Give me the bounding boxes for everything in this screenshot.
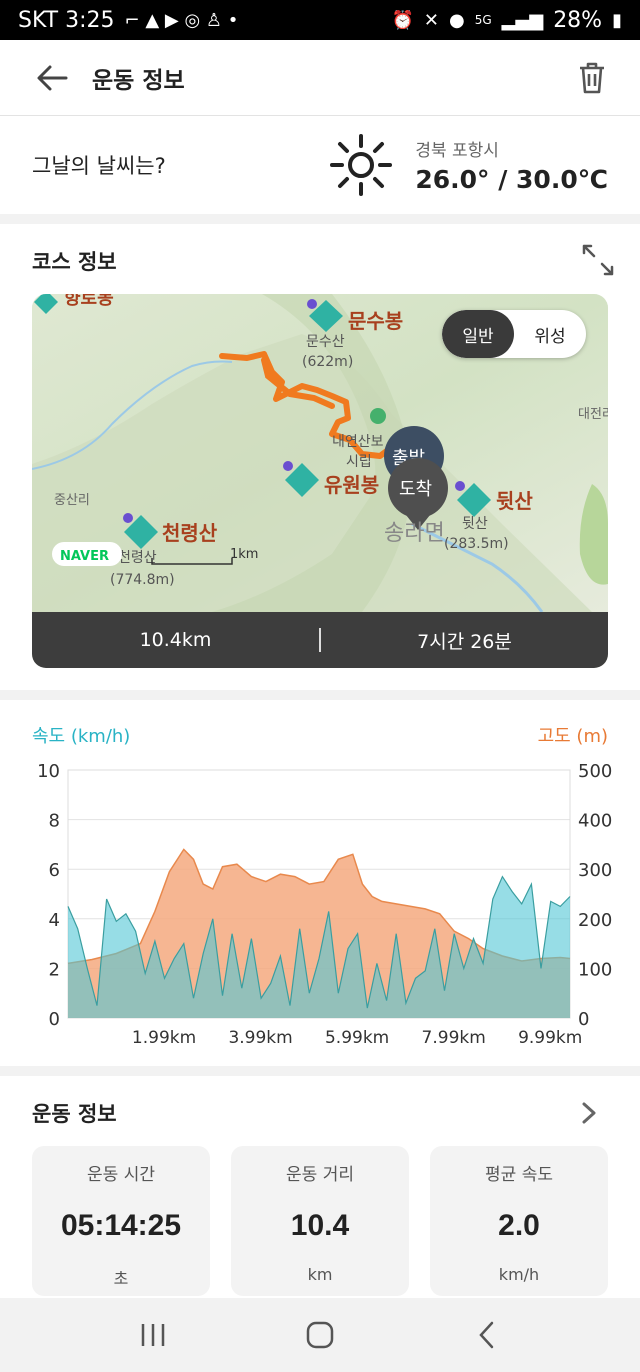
- expand-map-button[interactable]: [580, 242, 616, 278]
- map-summary-bar: 10.4km 7시간 26분: [32, 612, 608, 668]
- network-label: 5G: [474, 13, 492, 27]
- map-label-daejeon: 대전리: [578, 407, 608, 422]
- weather-question: 그날의 날씨는?: [32, 154, 166, 178]
- map-label-jungsan: 중산리: [54, 493, 90, 508]
- naver-logo: NAVER: [52, 542, 122, 566]
- map-label-songra: 송라면: [384, 521, 445, 546]
- back-chevron-icon: [478, 1321, 493, 1349]
- workout-detail-button[interactable]: [578, 1098, 602, 1128]
- map-label-park-sub: 시립: [346, 454, 372, 470]
- map-label-yuwon: 유원봉: [324, 473, 379, 497]
- left-axis-tick-label: 0: [49, 1009, 60, 1030]
- map-type-satellite[interactable]: 위성: [514, 310, 586, 358]
- x-axis-tick-label: 9.99km: [518, 1028, 582, 1048]
- weather-temperature: 26.0° / 30.0℃: [415, 165, 608, 194]
- map-scale-label: 1km: [230, 547, 258, 562]
- map-type-normal[interactable]: 일반: [442, 310, 514, 358]
- battery-icon: ▮: [612, 9, 622, 31]
- stat-time-value: 05:14:25: [60, 1209, 182, 1242]
- map-label-cheonryeong-height: (774.8m): [110, 572, 175, 588]
- map-type-toggle: 일반 위성: [442, 310, 586, 358]
- x-axis-tick-label: 5.99km: [325, 1028, 389, 1048]
- map-label-munsu-sub: 문수산: [306, 334, 345, 350]
- expand-icon: [582, 244, 614, 276]
- left-axis-tick-label: 10: [37, 761, 60, 782]
- chevron-right-icon: [582, 1102, 596, 1124]
- stat-card-speed: 평균 속도 2.0 km/h: [430, 1146, 608, 1296]
- status-bar: SKT 3:25 ⌐ ▲ ▶ ◎ ♙ • ⏰ ✕ ● 5G ▂▄▆ 28% ▮: [0, 0, 640, 40]
- x-axis-tick-label: 3.99km: [228, 1028, 292, 1048]
- left-axis-tick-label: 8: [49, 811, 60, 832]
- map-label-dwit-height: (283.5m): [444, 536, 509, 552]
- workout-title: 운동 정보: [32, 1102, 117, 1126]
- home-button[interactable]: [290, 1305, 350, 1365]
- back-nav-button[interactable]: [457, 1305, 517, 1365]
- battery-percent: 28%: [553, 7, 603, 33]
- map-label-dwit-sub: 뒷산: [462, 516, 488, 532]
- right-axis-tick-label: 300: [578, 860, 612, 881]
- map-label-cheonryeong-sub: 천령산: [118, 550, 157, 566]
- sun-icon: [330, 134, 393, 196]
- stat-card-distance: 운동 거리 10.4 km: [231, 1146, 409, 1296]
- home-icon: [306, 1321, 334, 1349]
- speed-altitude-chart-section: 속도 (km/h) 고도 (m) 0 2 4 6 8 10 0 100 200 300 400 500…: [0, 700, 640, 1066]
- location-icon: ●: [449, 9, 465, 31]
- stat-time-unit: 초: [113, 1269, 129, 1288]
- course-distance: 10.4km: [139, 629, 212, 651]
- course-duration: 7시간 26분: [417, 630, 512, 653]
- naver-logo-text: NAVER: [60, 549, 109, 564]
- speed-altitude-chart[interactable]: 024681001002003004005001.99km 3.99km 5.99k…: [0, 700, 640, 1066]
- trash-icon: [580, 62, 604, 93]
- delete-button[interactable]: [572, 58, 612, 98]
- system-nav-bar: [0, 1298, 640, 1372]
- workout-section: 운동 정보 운동 시간 05:14:25 초 운동 거리 10.4 km 평균 …: [0, 1076, 640, 1298]
- recent-apps-icon: [142, 1324, 165, 1346]
- map-label-munsu-height: (622m): [302, 354, 353, 370]
- notification-icons: ⌐ ▲ ▶ ◎ ♙ •: [124, 9, 239, 31]
- right-axis-tick-label: 0: [578, 1009, 589, 1030]
- weather-card: 그날의 날씨는? 경북 포항시 26.0° / 30.0℃: [0, 116, 640, 214]
- x-axis-tick-label: 1.99km: [132, 1028, 196, 1048]
- stat-speed-value: 2.0: [498, 1209, 540, 1242]
- stat-time-label: 운동 시간: [87, 1165, 155, 1185]
- course-map[interactable]: 향로봉 문수봉 문수산 (622m) 내연산보 시립 유원봉 출발 도착 송라면…: [32, 294, 608, 668]
- mute-icon: ✕: [423, 9, 439, 31]
- carrier-time: SKT 3:25: [18, 7, 115, 33]
- signal-icon: ▂▄▆: [501, 9, 544, 31]
- right-axis-tick-label: 400: [578, 811, 612, 832]
- alarm-icon: ⏰: [391, 9, 414, 31]
- stat-distance-label: 운동 거리: [286, 1165, 354, 1185]
- map-label-park: 내연산보: [332, 434, 384, 450]
- stat-distance-value: 10.4: [290, 1209, 350, 1242]
- stat-card-time: 운동 시간 05:14:25 초: [32, 1146, 210, 1296]
- map-label-cheonryeong: 천령산: [162, 521, 218, 545]
- left-axis-tick-label: 6: [49, 860, 60, 881]
- map-label-munsu: 문수봉: [348, 309, 403, 333]
- back-arrow-icon: [37, 65, 68, 90]
- right-axis-tick-label: 500: [578, 761, 612, 782]
- page-title: 운동 정보: [92, 67, 185, 94]
- stat-distance-unit: km: [307, 1265, 333, 1284]
- right-axis-tick-label: 100: [578, 959, 612, 980]
- right-axis-tick-label: 200: [578, 910, 612, 931]
- stat-speed-unit: km/h: [498, 1265, 540, 1284]
- left-axis-tick-label: 4: [49, 910, 60, 931]
- app-bar: 운동 정보: [0, 40, 640, 116]
- weather-location: 경북 포항시: [415, 141, 499, 161]
- left-axis-tick-label: 2: [49, 959, 60, 980]
- x-axis-tick-label: 7.99km: [422, 1028, 486, 1048]
- course-section: 코스 정보 향로봉 문수봉 문수산 (622m) 내연산보 시립 유원봉 출발 …: [0, 224, 640, 690]
- back-button[interactable]: [22, 48, 82, 108]
- end-marker-label: 도착: [399, 479, 432, 500]
- map-label-dwit: 뒷산: [496, 489, 533, 513]
- stat-speed-label: 평균 속도: [485, 1165, 553, 1185]
- map-label-top-left-peak: 향로봉: [64, 294, 114, 309]
- recent-apps-button[interactable]: [123, 1305, 183, 1365]
- course-title: 코스 정보: [32, 250, 117, 274]
